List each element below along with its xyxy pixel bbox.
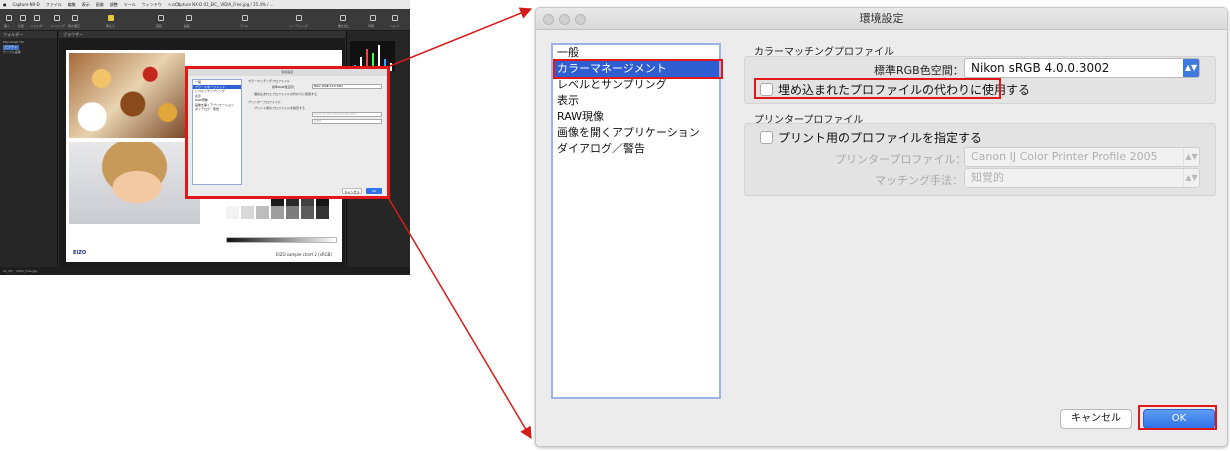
toolbar-label: ヘルプ	[390, 24, 400, 28]
preferences-dialog: 環境設定 一般 カラーマネージメント レベルとサンプリング 表示 RAW現像 画…	[535, 7, 1228, 447]
toolbar-label: 書き出し	[338, 24, 351, 28]
arrow-to-dialog-top	[389, 7, 533, 67]
cancel-button[interactable]: キャンセル	[1060, 409, 1132, 429]
rotate-icon[interactable]	[158, 15, 164, 21]
toolbar-label: 編集	[184, 24, 191, 28]
food-photo	[69, 53, 185, 138]
open-icon[interactable]	[6, 15, 12, 21]
mini-check-label[interactable]: プリント用のプロファイルを指定する	[254, 106, 305, 110]
mini-check-label[interactable]: 埋め込まれたプロファイルの代わりに使用する	[254, 92, 317, 96]
child-photo	[69, 142, 200, 224]
menu-item[interactable]: ウィンドウ	[142, 2, 162, 8]
toolbar-label: 回転	[156, 24, 163, 28]
mini-dialog-title: 環境設定	[188, 69, 387, 76]
viewer-header: ブラウザー	[59, 31, 345, 38]
specify-print-profile-checkbox[interactable]	[760, 131, 773, 144]
dialog-title: 環境設定	[859, 12, 904, 25]
brightness-icon[interactable]	[108, 15, 114, 21]
folder-panel-header: フォルダー	[0, 31, 57, 38]
compare-icon[interactable]	[20, 15, 26, 21]
standard-rgb-label: 標準RGB色空間：	[874, 64, 964, 77]
category-list: 一般 カラーマネージメント レベルとサンプリング 表示 RAW現像 画像を開くア…	[551, 43, 721, 399]
mini-field-label: 標準RGB色空間：	[272, 85, 297, 89]
arrow-to-dialog-bottom	[388, 198, 532, 440]
toolbar-label: 開く	[4, 24, 11, 28]
mini-settings: カラーマッチングプロファイル 標準RGB色空間： Nikon sRGB 4.0.…	[248, 79, 386, 129]
matching-method-value: 知覚的	[971, 171, 1004, 184]
eizo-logo: EIZO	[73, 250, 87, 256]
chevron-updown-icon[interactable]: ▲▼	[1183, 59, 1199, 77]
mini-category-list: 一般 カラーマネージメント レベルとサンプリング 表示 RAW現像 画像を開くア…	[192, 79, 242, 185]
capture-nxd-window: ● Capture NX-D ファイル 編集 表示 画像 調整 ツール ウィンド…	[0, 0, 410, 275]
toolbar-label: 比較	[18, 24, 25, 28]
mini-preferences-dialog: 環境設定 一般 カラーマネージメント レベルとサンプリング 表示 RAW現像 画…	[185, 66, 390, 199]
menu-item[interactable]: 画像	[96, 2, 104, 8]
printer-profile-value: Canon IJ Color Printer Profile 2005	[971, 150, 1158, 163]
specify-print-profile-label[interactable]: プリント用のプロファイルを指定する	[778, 129, 982, 146]
folder-icon[interactable]	[34, 15, 40, 21]
category-open-with-application[interactable]: 画像を開くアプリケーション	[553, 125, 719, 141]
export-icon[interactable]	[340, 15, 346, 21]
menu-item[interactable]: 編集	[68, 2, 76, 8]
chevron-updown-icon[interactable]: ▲▼	[1183, 148, 1199, 166]
highlight-color-management	[553, 59, 723, 79]
mini-ok-button[interactable]: OK	[366, 188, 382, 194]
printer-profile-label: プリンタープロファイル：	[835, 153, 967, 166]
app-toolbar: 開く 比較 フォルダー トリミング 傾き補正 明るさ 回転 編集 ラベル レーテ…	[0, 9, 410, 31]
sheet-caption: EIZO sample chart 2 (sRGB)	[276, 252, 332, 257]
menu-item[interactable]: ツール	[124, 2, 136, 8]
category-levels-sampling[interactable]: レベルとサンプリング	[553, 77, 719, 93]
straighten-icon[interactable]	[72, 15, 78, 21]
mini-matching-select[interactable]: 知覚的	[312, 119, 382, 124]
menu-item[interactable]: 表示	[82, 2, 90, 8]
toolbar-label: 印刷	[368, 24, 375, 28]
gradient-strip	[226, 237, 337, 243]
gray-scale-chart	[226, 193, 337, 233]
crop-icon[interactable]	[54, 15, 60, 21]
folder-tree: Macintosh HD ピクチャ サンプル画像	[0, 38, 57, 57]
menu-item[interactable]: 調整	[110, 2, 118, 8]
matching-method-label: マッチング手法：	[875, 174, 963, 187]
standard-rgb-value: Nikon sRGB 4.0.0.3002	[971, 61, 1110, 75]
composite-screenshot: ● Capture NX-D ファイル 編集 表示 画像 調整 ツール ウィンド…	[0, 0, 1230, 451]
mini-section-label: プリンタープロファイル	[248, 100, 281, 104]
highlight-ok-button	[1138, 405, 1217, 430]
menu-item[interactable]: Capture NX-D	[13, 2, 40, 7]
toolbar-label: 明るさ	[106, 24, 116, 28]
folder-item[interactable]: サンプル画像	[3, 50, 54, 55]
menu-item[interactable]: ファイル	[46, 2, 62, 8]
dialog-titlebar: 環境設定	[536, 8, 1227, 30]
status-bar: 01_EIC_ VIDIA_Free.jpg	[0, 267, 410, 275]
toolbar-label: ラベル	[240, 24, 250, 28]
apple-icon[interactable]: ●	[3, 2, 7, 7]
folder-panel: フォルダー Macintosh HD ピクチャ サンプル画像	[0, 31, 58, 267]
standard-rgb-select[interactable]: Nikon sRGB 4.0.0.3002 ▲▼	[964, 58, 1200, 78]
rating-icon[interactable]	[296, 15, 302, 21]
matching-method-select[interactable]: 知覚的 ▲▼	[964, 168, 1200, 188]
mini-printer-select[interactable]: Canon IJ Color Printer Profile 2005	[312, 112, 382, 117]
mini-cancel-button[interactable]: キャンセル	[342, 188, 362, 194]
category-display[interactable]: 表示	[553, 93, 719, 109]
toolbar-label: レーティング	[290, 24, 308, 28]
help-icon[interactable]	[392, 15, 398, 21]
toolbar-label: 傾き補正	[68, 24, 81, 28]
printer-profile-select[interactable]: Canon IJ Color Printer Profile 2005 ▲▼	[964, 147, 1200, 167]
toolbar-label: トリミング	[50, 24, 66, 28]
mini-section-label: カラーマッチングプロファイル	[248, 79, 291, 83]
mini-category-item[interactable]: ダイアログ／警告	[193, 107, 241, 112]
mini-rgb-select[interactable]: Nikon sRGB 4.0.0.3002	[312, 84, 382, 89]
category-raw-processing[interactable]: RAW現像	[553, 109, 719, 125]
label-icon[interactable]	[242, 15, 248, 21]
print-icon[interactable]	[370, 15, 376, 21]
edit-icon[interactable]	[186, 15, 192, 21]
app-window-title: Capture NX-D 01_EIC_ VIDIA_Free.jpg / 25…	[175, 2, 274, 7]
toolbar-label: フォルダー	[30, 24, 46, 28]
app-menubar: ● Capture NX-D ファイル 編集 表示 画像 調整 ツール ウィンド…	[0, 0, 410, 9]
category-dialogs-warnings[interactable]: ダイアログ／警告	[553, 141, 719, 157]
chevron-updown-icon[interactable]: ▲▼	[1183, 169, 1199, 187]
highlight-use-instead-embedded	[754, 78, 1001, 99]
